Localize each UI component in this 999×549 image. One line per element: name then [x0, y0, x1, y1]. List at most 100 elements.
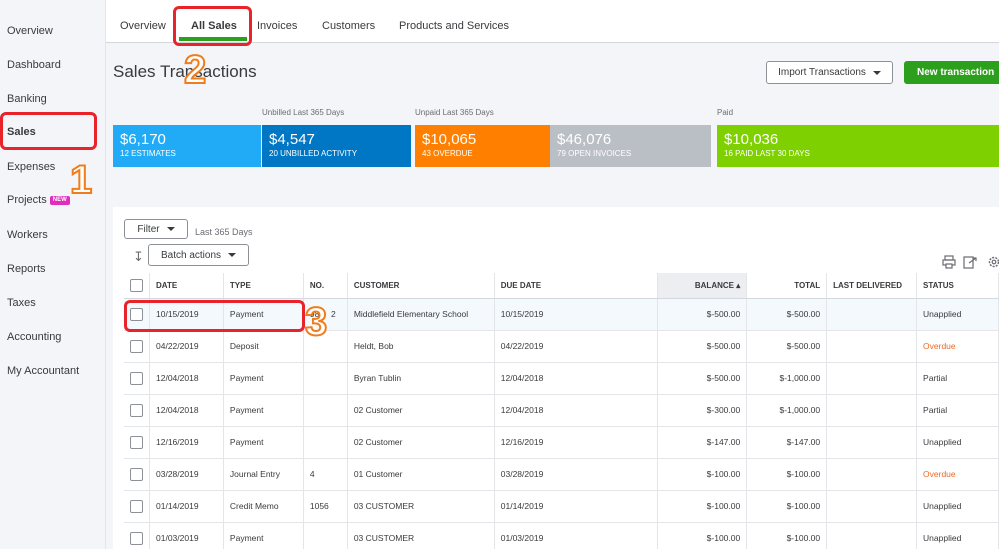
cell-status: Unapplied: [916, 490, 999, 523]
settings-gear-icon[interactable]: [987, 255, 999, 269]
batch-actions-button[interactable]: Batch actions: [148, 244, 249, 266]
cell-status: Unapplied: [916, 298, 999, 331]
table-row[interactable]: 01/14/2019 Credit Memo 1056 03 CUSTOMER …: [124, 490, 999, 523]
cell-total: $-1,000.00: [746, 362, 828, 395]
cell-no: [303, 394, 348, 427]
chevron-down-icon: [166, 227, 175, 231]
new-transaction-button[interactable]: New transaction: [904, 61, 999, 84]
cell-customer: 03 CUSTOMER: [347, 522, 495, 549]
col-type[interactable]: TYPE: [223, 273, 304, 299]
tab-products-and-services[interactable]: Products and Services: [399, 20, 509, 32]
cell-total: $-500.00: [746, 330, 828, 363]
table-row[interactable]: 12/04/2018 Payment 02 Customer 12/04/201…: [124, 394, 999, 427]
col-status[interactable]: STATUS: [916, 273, 999, 299]
cell-date: 01/03/2019: [149, 522, 224, 549]
highlight-box-payment-row: [124, 300, 305, 332]
col-balance[interactable]: BALANCE ▴: [657, 273, 748, 299]
table-header-row: DATE TYPE NO. CUSTOMER DUE DATE BALANCE …: [124, 273, 999, 299]
step-number-1: 1: [69, 158, 93, 202]
tab-overview[interactable]: Overview: [120, 20, 166, 32]
cell-date: 12/04/2018: [149, 362, 224, 395]
cell-status: Partial: [916, 362, 999, 395]
cell-balance: $-100.00: [657, 458, 748, 491]
row-checkbox[interactable]: [130, 499, 143, 513]
import-transactions-button[interactable]: Import Transactions: [766, 61, 893, 84]
nav-accounting[interactable]: Accounting: [7, 327, 61, 347]
cell-due-date: 01/14/2019: [494, 490, 659, 523]
new-badge: NEW: [49, 195, 70, 205]
nav-expenses[interactable]: Expenses: [7, 157, 55, 177]
cell-type[interactable]: Journal Entry: [223, 458, 304, 491]
cell-last-delivered: [826, 298, 918, 331]
unpaid-label: Unpaid Last 365 Days: [415, 108, 494, 117]
table-row[interactable]: 12/16/2019 Payment 02 Customer 12/16/201…: [124, 426, 999, 459]
cell-customer: 01 Customer: [347, 458, 495, 491]
row-checkbox[interactable]: [130, 435, 143, 449]
cell-balance: $-100.00: [657, 490, 748, 523]
cell-date: 03/28/2019: [149, 458, 224, 491]
row-checkbox[interactable]: [130, 531, 143, 545]
batch-actions-label: Batch actions: [160, 249, 222, 261]
tab-customers[interactable]: Customers: [322, 20, 375, 32]
cell-type[interactable]: Payment: [223, 522, 304, 549]
nav-taxes[interactable]: Taxes: [7, 293, 36, 313]
table-row[interactable]: 12/04/2018 Payment Byran Tublin 12/04/20…: [124, 362, 999, 395]
sort-arrow-icon[interactable]: ↧: [133, 249, 144, 265]
col-last-delivered[interactable]: LAST DELIVERED: [826, 273, 918, 299]
tab-invoices[interactable]: Invoices: [257, 20, 297, 32]
select-all-checkbox[interactable]: [130, 278, 143, 292]
row-select-cell: [124, 426, 150, 459]
card-subtitle: 16 PAID LAST 30 DAYS: [724, 149, 810, 158]
nav-projects[interactable]: Projects NEW: [7, 190, 70, 210]
card-amount: $4,547: [269, 131, 315, 148]
col-date[interactable]: DATE: [149, 273, 224, 299]
cell-no: [303, 522, 348, 549]
table-row[interactable]: 03/28/2019 Journal Entry 4 01 Customer 0…: [124, 458, 999, 491]
step-number-2: 2: [183, 48, 207, 92]
select-all-cell: [124, 273, 150, 299]
cell-total: $-100.00: [746, 490, 828, 523]
row-select-cell: [124, 394, 150, 427]
row-checkbox[interactable]: [130, 371, 143, 385]
cell-due-date: 03/28/2019: [494, 458, 659, 491]
nav-workers[interactable]: Workers: [7, 225, 48, 245]
cell-no: 1056: [303, 490, 348, 523]
nav-banking[interactable]: Banking: [7, 89, 47, 109]
row-select-cell: [124, 522, 150, 549]
col-due-date[interactable]: DUE DATE: [494, 273, 659, 299]
print-icon[interactable]: [942, 255, 956, 269]
table-row[interactable]: 01/03/2019 Payment 03 CUSTOMER 01/03/201…: [124, 522, 999, 549]
nav-dashboard[interactable]: Dashboard: [7, 55, 61, 75]
col-total[interactable]: TOTAL: [746, 273, 828, 299]
cell-type[interactable]: Credit Memo: [223, 490, 304, 523]
cell-type[interactable]: Payment: [223, 426, 304, 459]
estimates-card[interactable]: $6,170 12 ESTIMATES: [113, 125, 261, 167]
cell-last-delivered: [826, 362, 918, 395]
row-checkbox[interactable]: [130, 467, 143, 481]
card-amount: $10,065: [422, 131, 477, 148]
nav-overview[interactable]: Overview: [7, 21, 53, 41]
cell-customer: 02 Customer: [347, 394, 495, 427]
import-transactions-label: Import Transactions: [778, 67, 866, 78]
cell-total: $-1,000.00: [746, 394, 828, 427]
export-icon[interactable]: [963, 255, 977, 269]
nav-my-accountant[interactable]: My Accountant: [7, 361, 79, 381]
nav-reports[interactable]: Reports: [7, 259, 46, 279]
unbilled-activity-card[interactable]: $4,547 20 UNBILLED ACTIVITY: [262, 125, 411, 167]
cell-date: 01/14/2019: [149, 490, 224, 523]
paid-card[interactable]: $10,036 16 PAID LAST 30 DAYS: [717, 125, 999, 167]
cell-total: $-100.00: [746, 522, 828, 549]
open-invoices-card[interactable]: $46,076 79 OPEN INVOICES: [550, 125, 711, 167]
cell-type[interactable]: Deposit: [223, 330, 304, 363]
unbilled-label: Unbilled Last 365 Days: [262, 108, 345, 117]
row-checkbox[interactable]: [130, 339, 143, 353]
overdue-card[interactable]: $10,065 43 OVERDUE: [415, 125, 550, 167]
cell-no: [303, 426, 348, 459]
col-customer[interactable]: CUSTOMER: [347, 273, 495, 299]
filter-button[interactable]: Filter: [124, 219, 188, 239]
col-no[interactable]: NO.: [303, 273, 348, 299]
row-checkbox[interactable]: [130, 403, 143, 417]
table-row[interactable]: 04/22/2019 Deposit Heldt, Bob 04/22/2019…: [124, 330, 999, 363]
cell-type[interactable]: Payment: [223, 362, 304, 395]
cell-type[interactable]: Payment: [223, 394, 304, 427]
